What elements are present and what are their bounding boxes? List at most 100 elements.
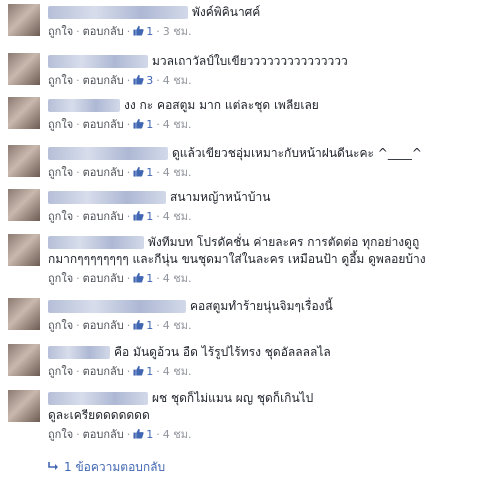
reply-link[interactable]: ตอบกลับ [83, 118, 124, 131]
separator: · [156, 25, 160, 38]
reply-link[interactable]: ตอบกลับ [83, 319, 124, 332]
reply-link[interactable]: ตอบกลับ [83, 365, 124, 378]
comment-body: ▒▒▒▒▒▒▒▒▒▒▒▒▒▒▒พังค์พิคินาศค์ ถูกใจ·ตอบก… [48, 4, 478, 40]
reply-link[interactable]: ตอบกลับ [83, 166, 124, 179]
avatar[interactable] [8, 189, 40, 221]
separator: · [156, 74, 160, 87]
reply-link[interactable]: ตอบกลับ [83, 428, 124, 441]
like-count[interactable]: 1 [133, 166, 153, 179]
avatar[interactable] [8, 4, 40, 36]
thumbs-up-icon [133, 166, 144, 177]
timestamp[interactable]: 4 ชม. [163, 166, 192, 179]
like-link[interactable]: ถูกใจ [48, 210, 73, 223]
timestamp[interactable]: 4 ชม. [163, 428, 192, 441]
like-link[interactable]: ถูกใจ [48, 428, 73, 441]
thumbs-up-icon [133, 428, 144, 439]
like-link[interactable]: ถูกใจ [48, 319, 73, 332]
timestamp[interactable]: 4 ชม. [163, 210, 192, 223]
avatar[interactable] [8, 298, 40, 330]
avatar[interactable] [8, 145, 40, 177]
comment-text: งง กะ คอสตูม มาก แต่ละชุด เพลียเลย [124, 98, 319, 112]
thumbs-up-icon [133, 25, 144, 36]
comment-body: ▒▒▒▒▒▒▒▒▒▒▒▒▒▒▒▒▒▒▒▒ ผช ชุดก็ไม่แมน ผญ ชุ… [48, 390, 478, 443]
separator: · [126, 166, 131, 179]
avatar[interactable] [8, 390, 40, 422]
separator: · [126, 210, 131, 223]
author-name[interactable]: ▒▒▒▒▒▒▒▒▒▒▒▒ [48, 55, 148, 68]
comment-body: ▒▒▒▒▒▒▒▒▒▒▒▒ มวลเถาวัลป์ใบเขียววววววววววว… [48, 53, 478, 89]
reply-link[interactable]: ตอบกลับ [83, 25, 124, 38]
reply-link[interactable]: ตอบกลับ [83, 272, 124, 285]
like-count[interactable]: 1 [133, 25, 153, 38]
like-count-value: 1 [146, 428, 154, 441]
author-name[interactable]: ▒▒▒▒▒▒▒▒▒▒▒ [48, 236, 144, 249]
comment-actions: ถูกใจ · ตอบกลับ · 1 · 4 ชม. [48, 364, 478, 380]
author-name[interactable]: ▒▒▒▒▒▒▒▒▒▒ [48, 346, 110, 359]
separator: · [156, 118, 160, 131]
separator: · [156, 365, 160, 378]
like-count-value: 3 [146, 74, 154, 87]
comment-actions: ถูกใจ · ตอบกลับ · 1 · 4 ชม. [48, 209, 478, 225]
comment-body: ▒▒▒▒▒▒▒▒▒▒▒▒▒▒▒▒▒▒▒ ดูแล้วเขียวชอุ่มเหมาะ… [48, 145, 478, 181]
thumbs-up-icon [133, 74, 144, 85]
avatar[interactable] [8, 234, 40, 266]
comment-body: ▒▒▒▒▒▒▒▒▒▒▒ พังทีมบท โปรดัคชั่น ค่ายละคร … [48, 234, 478, 287]
like-link[interactable]: ถูกใจ [48, 166, 73, 179]
reply-link[interactable]: ตอบกลับ [83, 74, 124, 87]
separator: · [126, 319, 131, 332]
separator: · [76, 25, 80, 38]
comment-text: สนามหญ้าหน้าบ้าน [170, 190, 271, 204]
comment-actions: ถูกใจ · ตอบกลับ · 1 · 3 ชม. [48, 24, 478, 40]
separator: · [156, 210, 160, 223]
like-count[interactable]: 1 [133, 365, 153, 378]
like-count[interactable]: 1 [133, 118, 153, 131]
avatar[interactable] [8, 97, 40, 129]
thumbs-up-icon [133, 365, 144, 376]
timestamp[interactable]: 4 ชม. [163, 118, 192, 131]
like-link[interactable]: ถูกใจ [48, 272, 73, 285]
avatar[interactable] [8, 53, 40, 85]
avatar[interactable] [8, 344, 40, 376]
comment-text: คือ มันดูอ้วน อืด ไร้รูปไร้ทรง ชุดอัลลลล… [114, 345, 331, 359]
reply-link[interactable]: ตอบกลับ [83, 210, 124, 223]
author-name[interactable]: ▒▒▒▒▒▒▒▒▒▒▒▒▒▒▒▒▒▒▒▒ [48, 392, 148, 405]
view-replies-link[interactable]: 1 ข้อความตอบกลับ [48, 458, 165, 477]
author-name[interactable]: ▒▒▒▒▒▒▒▒▒▒▒ [48, 99, 120, 112]
comment-text: ผช ชุดก็ไม่แมน ผญ ชุดก็เกินไป [152, 391, 314, 405]
thumbs-up-icon [133, 272, 144, 283]
separator: · [156, 428, 160, 441]
like-link[interactable]: ถูกใจ [48, 365, 73, 378]
like-count-value: 1 [146, 166, 154, 179]
thumbs-up-icon [133, 118, 144, 129]
like-link[interactable]: ถูกใจ [48, 74, 73, 87]
author-name[interactable]: ▒▒▒▒▒▒▒▒▒▒▒▒▒▒▒▒▒▒ [48, 191, 166, 204]
timestamp[interactable]: 4 ชม. [163, 272, 192, 285]
like-count[interactable]: 1 [133, 210, 153, 223]
view-replies-label: 1 ข้อความตอบกลับ [64, 460, 166, 474]
thumbs-up-icon [133, 319, 144, 330]
author-name[interactable]: ▒▒▒▒▒▒▒▒▒▒▒▒▒▒▒ [48, 6, 188, 19]
like-count[interactable]: 1 [133, 272, 153, 285]
comment-body: ▒▒▒▒▒▒▒▒▒▒▒▒▒▒▒▒▒▒ สนามหญ้าหน้าบ้าน ถูกใจ… [48, 189, 478, 225]
comment-body: ▒▒▒▒▒▒▒▒▒▒▒ งง กะ คอสตูม มาก แต่ละชุด เพล… [48, 97, 478, 133]
separator: · [76, 210, 80, 223]
separator: · [156, 272, 160, 285]
separator: · [126, 118, 131, 131]
timestamp[interactable]: 4 ชม. [163, 74, 192, 87]
timestamp[interactable]: 3 ชม. [163, 25, 192, 38]
timestamp[interactable]: 4 ชม. [163, 319, 192, 332]
like-count[interactable]: 1 [133, 319, 153, 332]
like-count[interactable]: 1 [133, 428, 153, 441]
comment-actions: ถูกใจ · ตอบกลับ · 1 · 4 ชม. [48, 318, 478, 334]
like-count-value: 1 [146, 210, 154, 223]
author-name[interactable]: ▒▒▒▒▒▒▒▒▒▒▒▒▒▒▒▒▒▒▒ [48, 300, 186, 313]
like-link[interactable]: ถูกใจ [48, 118, 73, 131]
reply-arrow-icon [48, 462, 58, 470]
like-link[interactable]: ถูกใจ [48, 25, 73, 38]
comment-text-continued: กมากๆๆๆๆๆๆๆๆ และกีนุ่น ขนชุดมาใส่ในละคร … [48, 252, 426, 266]
timestamp[interactable]: 4 ชม. [163, 365, 192, 378]
separator: · [76, 166, 80, 179]
comment-text: พังค์พิคินาศค์ [192, 5, 261, 19]
like-count[interactable]: 3 [133, 74, 153, 87]
author-name[interactable]: ▒▒▒▒▒▒▒▒▒▒▒▒▒▒▒▒▒▒▒ [48, 147, 168, 160]
